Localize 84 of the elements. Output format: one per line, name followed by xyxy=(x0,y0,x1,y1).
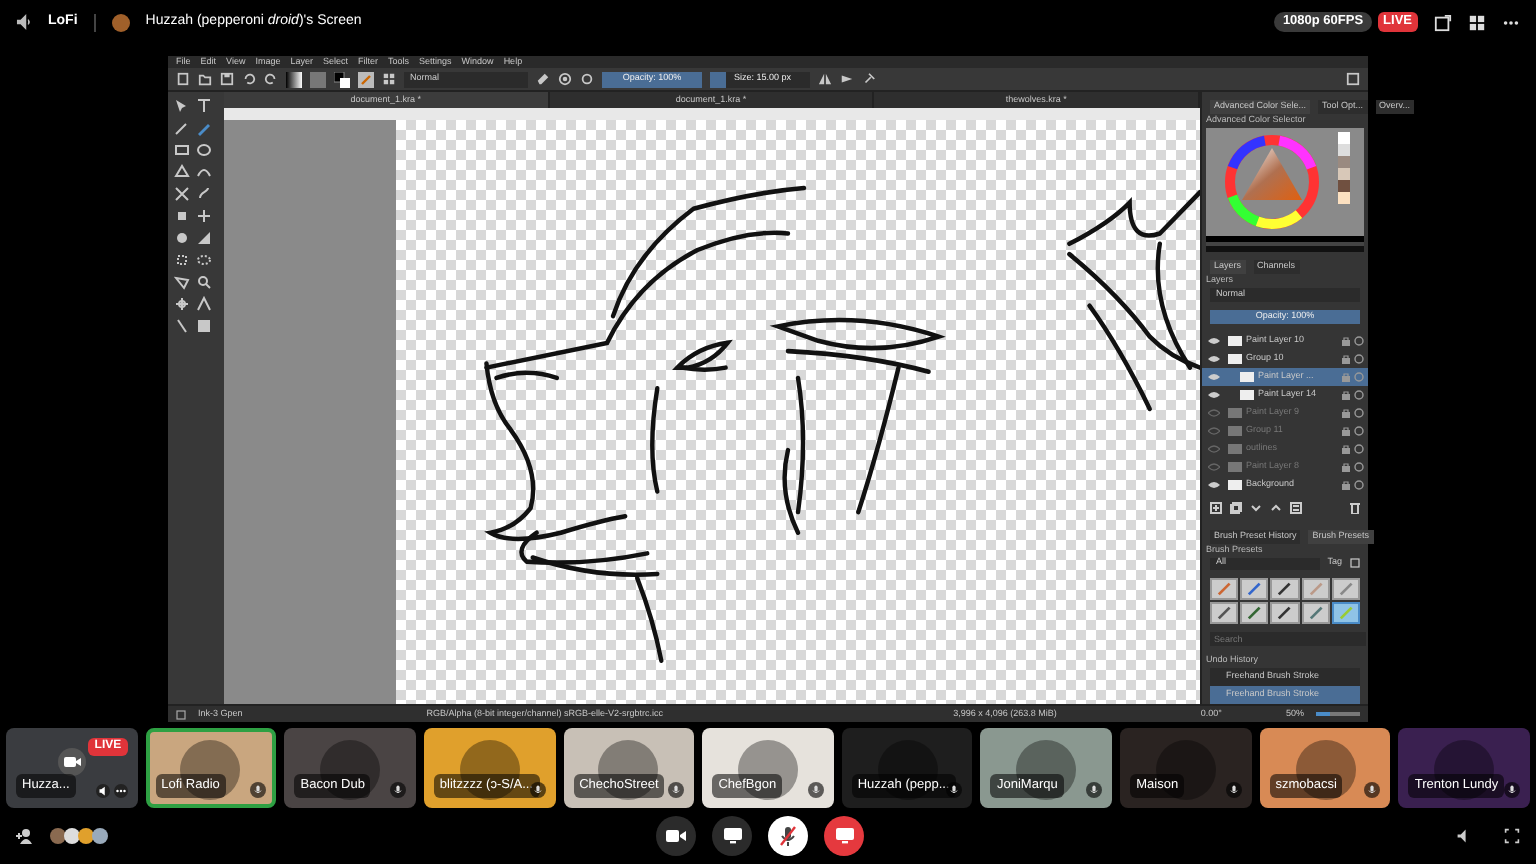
window-icon[interactable] xyxy=(1346,72,1360,86)
camera-icon xyxy=(57,748,86,776)
microphone-icon xyxy=(1504,782,1521,798)
camera-icon xyxy=(666,828,686,844)
redo-icon[interactable] xyxy=(264,72,278,86)
brush-preset-icon[interactable] xyxy=(358,71,374,87)
brush-preset[interactable] xyxy=(1240,601,1269,624)
add-layer-icon[interactable] xyxy=(1210,501,1222,514)
microphone-icon xyxy=(1364,782,1381,798)
mute-button[interactable] xyxy=(768,816,808,856)
brush-preset[interactable] xyxy=(1210,601,1239,624)
eraser-icon[interactable] xyxy=(536,72,550,86)
save-icon[interactable] xyxy=(220,72,234,86)
brush-preset[interactable] xyxy=(1301,577,1330,600)
microphone-icon xyxy=(250,782,267,798)
monitor-icon xyxy=(835,828,853,844)
brush-preset[interactable] xyxy=(1240,577,1269,600)
brush-preset[interactable] xyxy=(1270,577,1300,600)
trash-icon[interactable] xyxy=(1350,501,1360,514)
streamer-avatar xyxy=(111,13,130,31)
speaker-icon xyxy=(16,14,32,30)
lock-icon[interactable] xyxy=(1342,461,1350,472)
lock-icon[interactable] xyxy=(1342,443,1350,454)
avatar-circle xyxy=(180,740,241,800)
pattern-swatch[interactable] xyxy=(310,71,326,87)
eye-icon[interactable] xyxy=(1208,371,1220,382)
microphone-icon xyxy=(529,782,546,798)
chevron-up-icon[interactable] xyxy=(1270,501,1282,514)
microphone-icon xyxy=(668,782,685,798)
color-swap-icon[interactable] xyxy=(334,71,350,87)
fullscreen-icon[interactable] xyxy=(1504,828,1520,844)
chevron-down-icon[interactable] xyxy=(1250,501,1262,514)
eye-icon[interactable] xyxy=(1208,335,1220,346)
volume-icon[interactable] xyxy=(95,784,110,798)
microphone-icon xyxy=(1225,782,1242,798)
folder-icon[interactable] xyxy=(198,72,212,86)
eye-icon[interactable] xyxy=(1208,353,1220,364)
status-icon xyxy=(176,709,186,719)
mirror-icon[interactable] xyxy=(818,72,832,86)
microphone-icon xyxy=(807,782,824,798)
properties-icon[interactable] xyxy=(1290,501,1302,514)
grid-icon[interactable] xyxy=(1468,13,1486,31)
settings-icon[interactable] xyxy=(1350,558,1360,569)
camera-button[interactable] xyxy=(656,816,696,856)
lock-icon[interactable] xyxy=(1342,353,1350,364)
speaker-icon[interactable] xyxy=(1456,828,1472,844)
microphone-icon xyxy=(946,782,963,798)
lock-icon[interactable] xyxy=(1342,389,1350,400)
brush-stroke-icon xyxy=(1242,579,1267,598)
new-file-icon[interactable] xyxy=(176,72,190,86)
alpha-lock-icon[interactable] xyxy=(558,72,572,86)
brush-preset[interactable] xyxy=(1331,601,1360,624)
undo-icon[interactable] xyxy=(242,72,256,86)
tool-icon[interactable] xyxy=(196,274,212,290)
brush-stroke-icon xyxy=(1242,603,1267,622)
eye-icon[interactable] xyxy=(1208,389,1220,400)
tool-icon[interactable] xyxy=(196,98,212,114)
brush-preset[interactable] xyxy=(1301,601,1330,624)
stop-stream-button[interactable] xyxy=(824,816,864,856)
eye-icon[interactable] xyxy=(1208,479,1220,490)
screen-share-button[interactable] xyxy=(712,816,752,856)
brush-preset[interactable] xyxy=(1270,601,1300,624)
lock-icon[interactable] xyxy=(1342,425,1350,436)
microphone-icon xyxy=(389,782,406,798)
popout-icon[interactable] xyxy=(1434,13,1452,31)
brush-preset[interactable] xyxy=(1210,577,1239,600)
canvas[interactable] xyxy=(396,120,1200,704)
grid-icon[interactable] xyxy=(382,72,396,86)
more-icon[interactable] xyxy=(113,784,128,798)
muted-microphone-icon xyxy=(780,826,796,846)
lock-icon[interactable] xyxy=(1342,479,1350,490)
gradient-swatch[interactable] xyxy=(286,71,302,87)
monitor-icon xyxy=(723,828,741,844)
lock-icon[interactable] xyxy=(1342,407,1350,418)
tool-icon[interactable] xyxy=(196,208,212,224)
tool-icon[interactable] xyxy=(174,186,190,202)
add-person-icon[interactable] xyxy=(16,828,34,844)
tool-icon[interactable] xyxy=(174,296,190,312)
lock-icon[interactable] xyxy=(1342,335,1350,346)
color-swatch[interactable] xyxy=(1338,131,1350,144)
microphone-icon xyxy=(1086,782,1103,798)
pin-icon[interactable] xyxy=(862,72,876,86)
duplicate-icon[interactable] xyxy=(1230,501,1242,514)
brush-preset[interactable] xyxy=(1331,577,1360,600)
